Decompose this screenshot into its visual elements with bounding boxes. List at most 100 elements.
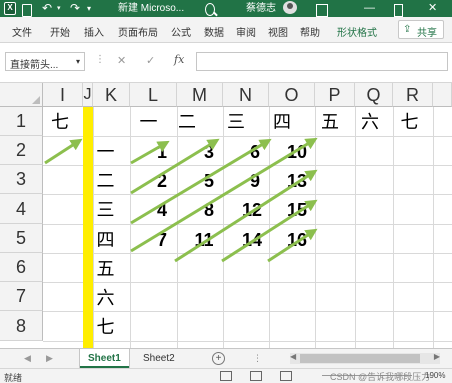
zoom-level[interactable]: 190%	[425, 371, 445, 380]
title-bar: X ↶ ▾ ↷ ▾ 新建 Microso... 蔡德志 — ✕	[0, 0, 452, 17]
column-header-m[interactable]: M	[177, 83, 223, 107]
column-header-j[interactable]: J	[83, 83, 93, 107]
cell-n5[interactable]: 14	[236, 227, 268, 253]
sheet-nav-next-icon[interactable]: ▶	[46, 353, 53, 364]
name-box[interactable]: 直接箭头... ▾	[5, 52, 85, 71]
row-header-3[interactable]: 3	[0, 165, 43, 194]
column-header-p[interactable]: P	[315, 83, 355, 107]
avatar[interactable]	[283, 1, 297, 14]
add-sheet-icon[interactable]: +	[212, 352, 225, 365]
column-header-l[interactable]: L	[130, 83, 177, 107]
horizontal-scrollbar[interactable]: ◀ ▶	[290, 352, 440, 364]
cell-p1[interactable]: 五	[315, 109, 345, 135]
cell-k7[interactable]: 六	[93, 285, 118, 311]
undo-dropdown-icon[interactable]: ▾	[57, 2, 61, 15]
row-header-7[interactable]: 7	[0, 282, 43, 311]
column-header-r[interactable]: R	[393, 83, 433, 107]
enter-icon[interactable]: ✓	[146, 54, 155, 67]
cell-o2[interactable]: 10	[282, 139, 312, 165]
cell-m5[interactable]: 11	[188, 227, 220, 253]
tab-formulas[interactable]: 公式	[171, 24, 191, 39]
cell-o1[interactable]: 四	[269, 109, 295, 135]
sheet-tab-sheet2[interactable]: Sheet2	[135, 349, 183, 368]
cell-l2[interactable]: 1	[148, 139, 176, 165]
scroll-left-icon[interactable]: ◀	[290, 352, 296, 361]
cell-l1[interactable]: 一	[130, 109, 167, 135]
cell-l3[interactable]: 2	[148, 168, 176, 194]
cell-n3[interactable]: 9	[241, 168, 269, 194]
column-header-i[interactable]: I	[43, 83, 83, 107]
tab-insert[interactable]: 插入	[84, 24, 104, 39]
cell-k3[interactable]: 二	[93, 168, 118, 194]
tab-view[interactable]: 视图	[268, 24, 288, 39]
row-header-1[interactable]: 1	[0, 107, 43, 136]
cell-q1[interactable]: 六	[355, 109, 385, 135]
save-icon[interactable]	[22, 4, 32, 17]
share-button[interactable]: ⇪ 共享	[398, 20, 444, 39]
column-header-o[interactable]: O	[269, 83, 315, 107]
close-icon[interactable]: ✕	[428, 2, 437, 15]
tab-help[interactable]: 帮助	[300, 24, 320, 39]
page-break-view-icon[interactable]	[280, 371, 292, 381]
formula-input[interactable]	[196, 52, 448, 71]
page-layout-view-icon[interactable]	[250, 371, 262, 381]
cell-n1[interactable]: 三	[223, 109, 249, 135]
cell-m2[interactable]: 3	[195, 139, 223, 165]
row-header-5[interactable]: 5	[0, 224, 43, 253]
excel-logo-icon: X	[4, 2, 16, 15]
cancel-icon[interactable]: ✕	[117, 54, 126, 67]
diagonal-arrow[interactable]	[44, 138, 83, 165]
minimize-icon[interactable]: —	[364, 2, 375, 15]
quick-access-more-icon[interactable]: ▾	[87, 2, 91, 15]
tab-data[interactable]: 数据	[204, 24, 224, 39]
separator-icon[interactable]: ⋮	[95, 54, 106, 65]
undo-icon[interactable]: ↶	[42, 2, 52, 15]
tab-page-layout[interactable]: 页面布局	[118, 24, 158, 39]
cell-k5[interactable]: 四	[93, 227, 118, 253]
spreadsheet-grid[interactable]: I J K L M N O P Q R 1 2 3 4 5 6 7 8 七 一 …	[0, 83, 452, 348]
cell-o4[interactable]: 15	[282, 197, 312, 223]
more-options-icon[interactable]: ⋮	[253, 353, 262, 364]
gridline	[269, 107, 270, 348]
normal-view-icon[interactable]	[220, 371, 232, 381]
row-header-4[interactable]: 4	[0, 194, 43, 224]
column-header-k[interactable]: K	[93, 83, 130, 107]
cell-k2[interactable]: 一	[93, 139, 118, 165]
tab-review[interactable]: 审阅	[236, 24, 256, 39]
row-header-6[interactable]: 6	[0, 253, 43, 282]
cell-r1[interactable]: 七	[393, 109, 426, 135]
user-name[interactable]: 蔡德志	[246, 2, 276, 15]
chevron-down-icon[interactable]: ▾	[76, 57, 80, 66]
cell-n4[interactable]: 12	[236, 197, 268, 223]
cell-m3[interactable]: 5	[195, 168, 223, 194]
row-header-2[interactable]: 2	[0, 136, 43, 165]
column-header-q[interactable]: Q	[355, 83, 393, 107]
cell-m1[interactable]: 二	[177, 109, 197, 135]
sheet-tab-sheet1[interactable]: Sheet1	[80, 349, 129, 368]
cell-n2[interactable]: 6	[241, 139, 269, 165]
sheet-nav-prev-icon[interactable]: ◀	[24, 353, 31, 364]
row-header-8[interactable]: 8	[0, 311, 43, 341]
tab-shape-format[interactable]: 形状格式	[337, 24, 377, 39]
maximize-icon[interactable]	[394, 4, 403, 17]
ribbon-display-options-icon[interactable]	[316, 4, 328, 17]
scrollbar-thumb[interactable]	[300, 354, 420, 363]
cell-k8[interactable]: 七	[93, 314, 118, 340]
redo-icon[interactable]: ↷	[70, 2, 80, 15]
share-icon: ⇪	[403, 24, 412, 35]
tab-file[interactable]: 文件	[12, 24, 32, 39]
cell-l5[interactable]: 7	[148, 227, 176, 253]
cell-i1[interactable]: 七	[46, 109, 74, 135]
cell-k6[interactable]: 五	[93, 256, 118, 282]
cell-k4[interactable]: 三	[93, 197, 118, 223]
column-header-n[interactable]: N	[223, 83, 269, 107]
tab-home[interactable]: 开始	[50, 24, 70, 39]
cell-o5[interactable]: 16	[282, 227, 312, 253]
cell-m4[interactable]: 8	[195, 197, 223, 223]
select-all-button[interactable]	[0, 83, 43, 107]
cell-l4[interactable]: 4	[148, 197, 176, 223]
cell-o3[interactable]: 13	[282, 168, 312, 194]
search-icon[interactable]	[205, 3, 215, 16]
scroll-right-icon[interactable]: ▶	[434, 352, 440, 361]
insert-function-icon[interactable]: fx	[174, 53, 184, 66]
